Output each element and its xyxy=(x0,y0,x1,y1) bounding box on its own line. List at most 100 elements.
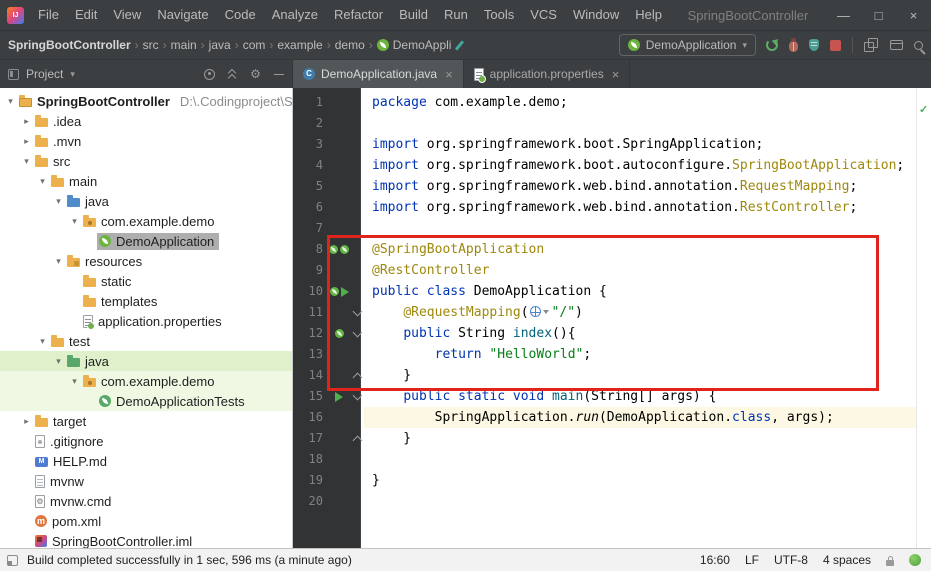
line-number[interactable]: 7 xyxy=(293,218,327,239)
menu-item-vcs[interactable]: VCS xyxy=(522,0,565,30)
menu-item-view[interactable]: View xyxy=(105,0,149,30)
breadcrumb-item[interactable]: DemoAppli xyxy=(376,38,451,52)
editor-line[interactable]: 14 } xyxy=(293,365,916,386)
bean-marker-icon[interactable] xyxy=(340,245,349,254)
editor[interactable]: 1 package com.example.demo; 2 3 import org.s… xyxy=(293,88,931,548)
locate-icon[interactable] xyxy=(204,68,215,80)
breadcrumb-item[interactable]: java xyxy=(209,38,231,52)
tree-item[interactable]: ▾ resources xyxy=(0,251,292,271)
tree-item[interactable]: templates xyxy=(0,291,292,311)
editor-line[interactable]: 7 xyxy=(293,218,916,239)
line-number[interactable]: 3 xyxy=(293,134,327,155)
hide-icon[interactable] xyxy=(274,68,284,81)
line-number[interactable]: 10 xyxy=(293,281,327,302)
line-number[interactable]: 18 xyxy=(293,449,327,470)
menu-item-file[interactable]: File xyxy=(30,0,67,30)
coverage-icon[interactable] xyxy=(809,39,819,51)
toolwindow-toggle-icon[interactable] xyxy=(7,554,18,566)
editor-tab[interactable]: application.properties × xyxy=(464,60,631,88)
editor-line[interactable]: 1 package com.example.demo; xyxy=(293,92,916,113)
editor-line[interactable]: 6 import org.springframework.web.bind.ann… xyxy=(293,197,916,218)
rerun-icon[interactable] xyxy=(766,39,778,51)
tree-item[interactable]: ▾ java xyxy=(0,191,292,211)
chevron-down-icon[interactable]: ▾ xyxy=(4,96,17,107)
edit-pencil-icon[interactable] xyxy=(455,39,465,51)
close-button[interactable]: × xyxy=(896,0,931,30)
tree-item[interactable]: ▸ .mvn xyxy=(0,131,292,151)
menu-item-edit[interactable]: Edit xyxy=(67,0,105,30)
editor-line[interactable]: 16 SpringApplication.run(DemoApplication… xyxy=(293,407,916,428)
chevron-down-icon[interactable]: ▾ xyxy=(68,376,81,387)
editor-line[interactable]: 15 public static void main(String[] args… xyxy=(293,386,916,407)
breadcrumb-item[interactable]: src xyxy=(143,38,159,52)
fold-up-icon[interactable] xyxy=(352,372,363,382)
tree-item[interactable]: ▸ .idea xyxy=(0,111,292,131)
line-number[interactable]: 19 xyxy=(293,470,327,491)
editor-line[interactable]: 20 xyxy=(293,491,916,512)
bean-marker-icon[interactable] xyxy=(329,245,338,254)
minimize-button[interactable]: — xyxy=(826,0,861,30)
line-number[interactable]: 16 xyxy=(293,407,327,428)
project-panel-title[interactable]: Project xyxy=(26,67,63,81)
line-number[interactable]: 20 xyxy=(293,491,327,512)
tree-item[interactable]: ▾ com.example.demo xyxy=(0,371,292,391)
inspections-hector-icon[interactable] xyxy=(909,554,921,566)
chevron-down-icon[interactable]: ▾ xyxy=(68,216,81,227)
chevron-down-icon[interactable]: ▾ xyxy=(52,256,65,267)
tree-item[interactable]: ▾ java xyxy=(0,351,292,371)
editor-line[interactable]: 18 xyxy=(293,449,916,470)
fold-column[interactable] xyxy=(351,386,364,407)
line-number[interactable]: 4 xyxy=(293,155,327,176)
editor-line[interactable]: 8 @SpringBootApplication xyxy=(293,239,916,260)
chevron-down-icon[interactable]: ▾ xyxy=(20,156,33,167)
editor-line[interactable]: 9 @RestController xyxy=(293,260,916,281)
menu-item-code[interactable]: Code xyxy=(217,0,264,30)
tree-item[interactable]: ▸ target xyxy=(0,411,292,431)
breadcrumb-item[interactable]: main xyxy=(171,38,197,52)
chevron-down-icon[interactable]: ▾ xyxy=(36,176,49,187)
fold-down-icon[interactable] xyxy=(352,327,363,337)
editor-line[interactable]: 5 import org.springframework.web.bind.ann… xyxy=(293,176,916,197)
tree-item[interactable]: ▾ src xyxy=(0,151,292,171)
line-number[interactable]: 11 xyxy=(293,302,327,323)
chevron-right-icon[interactable]: ▸ xyxy=(20,116,33,127)
collapse-all-icon[interactable] xyxy=(227,68,237,81)
indent-setting[interactable]: 4 spaces xyxy=(823,553,871,567)
breadcrumb-item[interactable]: SpringBootController xyxy=(8,38,131,52)
caret-position[interactable]: 16:60 xyxy=(700,553,730,567)
editor-line[interactable]: 3 import org.springframework.boot.SpringA… xyxy=(293,134,916,155)
line-number[interactable]: 14 xyxy=(293,365,327,386)
tree-item[interactable]: pom.xml xyxy=(0,511,292,531)
line-number[interactable]: 9 xyxy=(293,260,327,281)
editor-scrollbar[interactable] xyxy=(916,88,931,548)
readonly-lock-icon[interactable] xyxy=(886,556,894,566)
tree-item[interactable]: static xyxy=(0,271,292,291)
menu-item-run[interactable]: Run xyxy=(436,0,476,30)
breadcrumb-item[interactable]: demo xyxy=(335,38,365,52)
tree-item[interactable]: SpringBootController.iml xyxy=(0,531,292,548)
editor-tab[interactable]: DemoApplication.java × xyxy=(293,60,464,88)
close-icon[interactable]: × xyxy=(612,68,620,81)
tree-item[interactable]: mvnw.cmd xyxy=(0,491,292,511)
chevron-down-icon[interactable]: ▾ xyxy=(70,69,75,80)
breadcrumb-item[interactable]: com xyxy=(243,38,266,52)
fold-down-icon[interactable] xyxy=(352,306,363,316)
fold-column[interactable] xyxy=(351,428,364,449)
stop-icon[interactable] xyxy=(830,39,841,51)
line-number[interactable]: 13 xyxy=(293,344,327,365)
tree-item[interactable]: ▾ SpringBootController D:\.Codingproject\S xyxy=(0,91,292,111)
line-number[interactable]: 15 xyxy=(293,386,327,407)
bean-marker-icon[interactable] xyxy=(334,329,344,338)
menu-item-navigate[interactable]: Navigate xyxy=(149,0,216,30)
line-number[interactable]: 12 xyxy=(293,323,327,344)
editor-line[interactable]: 17 } xyxy=(293,428,916,449)
breadcrumb-item[interactable]: example xyxy=(277,38,322,52)
tree-item[interactable]: mvnw xyxy=(0,471,292,491)
line-number[interactable]: 1 xyxy=(293,92,327,113)
editor-line[interactable]: 11 @RequestMapping("/") xyxy=(293,302,916,323)
menu-item-help[interactable]: Help xyxy=(627,0,670,30)
debug-icon[interactable] xyxy=(789,37,798,52)
fold-column[interactable] xyxy=(351,323,364,344)
editor-line[interactable]: 19} xyxy=(293,470,916,491)
menu-item-analyze[interactable]: Analyze xyxy=(264,0,326,30)
